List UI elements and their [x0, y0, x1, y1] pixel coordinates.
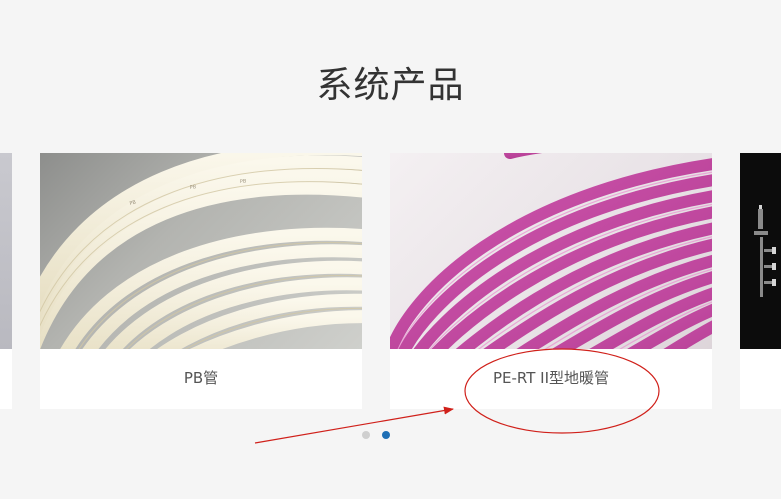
svg-text:PB: PB	[240, 179, 247, 185]
product-card-pert-ii[interactable]: PE-RT II型地暖管	[390, 153, 712, 409]
product-label-partial-right	[740, 349, 781, 409]
fitting-illustration	[754, 205, 776, 297]
product-image-partial-left	[0, 153, 12, 349]
product-label-partial-left	[0, 349, 12, 409]
product-label-pb[interactable]: PB管	[40, 349, 362, 409]
product-carousel[interactable]: PB PB PB PB管 PE-RT II型地暖管	[0, 153, 781, 409]
product-image-pert-ii[interactable]	[390, 153, 712, 349]
product-image-pb[interactable]: PB PB PB	[40, 153, 362, 349]
pb-pipe-coil-illustration: PB PB PB	[40, 153, 362, 349]
pagination-dot-2-active[interactable]	[382, 431, 390, 439]
product-card-partial-left[interactable]	[0, 153, 12, 409]
pert-pipe-coil-illustration	[390, 153, 712, 349]
section-title: 系统产品	[316, 65, 465, 106]
product-label-pert-ii[interactable]: PE-RT II型地暖管	[390, 349, 712, 409]
annotation-arrow	[254, 406, 454, 444]
product-card-pb[interactable]: PB PB PB PB管	[40, 153, 362, 409]
product-card-partial-right[interactable]	[740, 153, 781, 409]
product-image-partial-right	[740, 153, 781, 349]
pagination-dot-1[interactable]	[362, 431, 370, 439]
